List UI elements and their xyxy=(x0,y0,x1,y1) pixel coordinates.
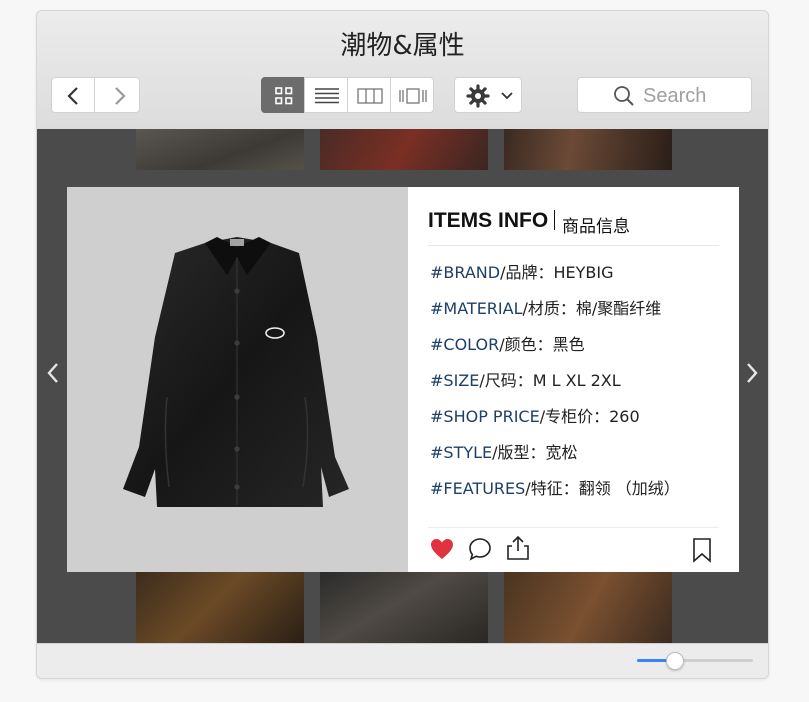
toolbar: 潮物&属性 Search xyxy=(37,11,768,130)
comment-icon[interactable] xyxy=(468,537,492,561)
attribute-value: /颜色：黑色 xyxy=(499,335,585,354)
thumbnail[interactable] xyxy=(504,572,672,643)
attribute-value: /材质：棉/聚酯纤维 xyxy=(522,299,662,318)
attribute-brand: #BRAND/品牌：HEYBIG xyxy=(430,259,614,283)
chevron-right-icon xyxy=(115,87,126,105)
search-field[interactable]: Search xyxy=(577,77,752,113)
view-columns-button[interactable] xyxy=(347,77,391,113)
attribute-shop-price: #SHOP PRICE/专柜价：260 xyxy=(430,403,640,427)
attribute-tag[interactable]: #MATERIAL xyxy=(430,299,523,318)
share-icon[interactable] xyxy=(506,535,530,561)
attribute-tag[interactable]: #COLOR xyxy=(430,335,499,354)
attribute-tag[interactable]: #STYLE xyxy=(430,443,492,462)
heart-icon[interactable] xyxy=(430,538,454,560)
thumbnail[interactable] xyxy=(320,572,488,643)
thumbnail[interactable] xyxy=(320,129,488,170)
previous-item-arrow[interactable] xyxy=(45,361,61,385)
thumbnail[interactable] xyxy=(136,129,304,170)
zoom-slider[interactable] xyxy=(637,652,753,670)
bookmark-icon[interactable] xyxy=(692,537,712,563)
thumbnail[interactable] xyxy=(136,572,304,643)
attribute-value: /特征：翻领 （加绒） xyxy=(525,479,680,498)
view-coverflow-button[interactable] xyxy=(390,77,434,113)
product-photo xyxy=(67,187,408,572)
back-button[interactable] xyxy=(51,77,95,113)
gallery-area: ITEMS INFO 商品信息 #BRAND/品牌：HEYBIG #MATERI… xyxy=(37,129,768,643)
attribute-tag[interactable]: #SIZE xyxy=(430,371,479,390)
columns-view-icon xyxy=(357,88,383,104)
actions-divider xyxy=(428,527,719,528)
coverflow-view-icon xyxy=(399,88,427,104)
item-info-header: ITEMS INFO 商品信息 xyxy=(428,209,719,246)
finder-window: 潮物&属性 Search ITEMS INFO 商品信息 #BRAND/品牌：H… xyxy=(36,10,769,679)
item-info-title: ITEMS INFO xyxy=(428,209,549,232)
next-item-arrow[interactable] xyxy=(744,361,760,385)
attribute-features: #FEATURES/特征：翻领 （加绒） xyxy=(430,475,680,499)
thumbnail[interactable] xyxy=(504,129,672,170)
attribute-value: /尺码：M L XL 2XL xyxy=(479,371,621,390)
forward-button[interactable] xyxy=(94,77,140,113)
attribute-tag[interactable]: #SHOP PRICE xyxy=(430,407,540,426)
title-separator xyxy=(554,210,555,230)
list-view-icon xyxy=(315,88,339,104)
attribute-value: /专柜价：260 xyxy=(539,407,640,426)
attribute-size: #SIZE/尺码：M L XL 2XL xyxy=(430,367,621,391)
attribute-color: #COLOR/颜色：黑色 xyxy=(430,331,585,355)
window-title: 潮物&属性 xyxy=(340,31,465,61)
attribute-style: #STYLE/版型：宽松 xyxy=(430,439,578,463)
chevron-down-icon xyxy=(501,92,513,100)
chevron-left-icon xyxy=(67,87,78,105)
search-placeholder: Search xyxy=(643,85,707,107)
attribute-tag[interactable]: #FEATURES xyxy=(430,479,525,498)
grid-view-icon xyxy=(275,87,293,105)
action-menu-button[interactable] xyxy=(454,77,522,113)
item-info-subtitle: 商品信息 xyxy=(562,217,630,237)
view-grid-button[interactable] xyxy=(261,77,305,113)
search-icon xyxy=(614,86,634,106)
attribute-value: /品牌：HEYBIG xyxy=(500,263,614,282)
gear-icon xyxy=(466,84,490,108)
view-list-button[interactable] xyxy=(304,77,348,113)
jacket-image xyxy=(123,237,349,507)
attribute-tag[interactable]: #BRAND xyxy=(430,263,500,282)
attribute-material: #MATERIAL/材质：棉/聚酯纤维 xyxy=(430,295,661,319)
attribute-value: /版型：宽松 xyxy=(492,443,578,462)
status-bar xyxy=(37,643,768,678)
item-info-card: ITEMS INFO 商品信息 #BRAND/品牌：HEYBIG #MATERI… xyxy=(67,187,739,572)
item-info-panel: ITEMS INFO 商品信息 #BRAND/品牌：HEYBIG #MATERI… xyxy=(408,187,739,572)
zoom-slider-knob[interactable] xyxy=(666,652,685,670)
